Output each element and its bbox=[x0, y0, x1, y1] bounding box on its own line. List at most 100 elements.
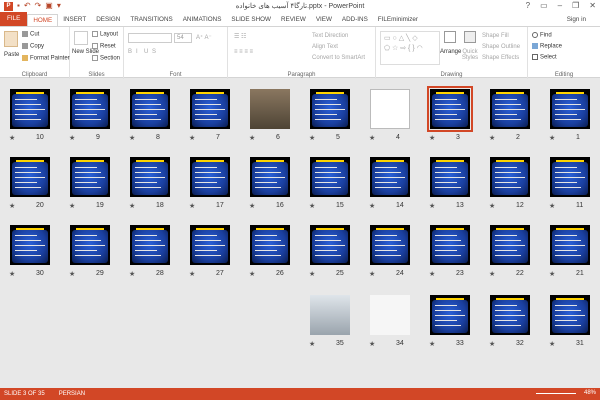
replace-button[interactable]: Replace bbox=[532, 43, 562, 50]
transition-star-icon[interactable]: ★ bbox=[369, 340, 375, 348]
align-text-button[interactable]: Align Text bbox=[312, 44, 338, 50]
transition-star-icon[interactable]: ★ bbox=[369, 134, 375, 142]
copy-button[interactable]: Copy bbox=[22, 43, 44, 50]
slide-thumbnail[interactable] bbox=[250, 157, 290, 197]
slide-thumbnail[interactable] bbox=[310, 157, 350, 197]
new-slide-icon[interactable] bbox=[74, 31, 88, 45]
slide-thumbnail[interactable] bbox=[310, 225, 350, 265]
quick-styles-button[interactable]: Quick Styles bbox=[460, 49, 480, 61]
reset-button[interactable]: Reset bbox=[92, 43, 116, 50]
language-indicator[interactable]: PERSIAN bbox=[59, 391, 85, 397]
transition-star-icon[interactable]: ★ bbox=[309, 340, 315, 348]
transition-star-icon[interactable]: ★ bbox=[489, 340, 495, 348]
paste-icon[interactable] bbox=[4, 31, 18, 47]
slide-thumbnail[interactable] bbox=[370, 295, 410, 335]
slide-thumbnail[interactable] bbox=[70, 225, 110, 265]
slide-thumbnail[interactable] bbox=[190, 225, 230, 265]
transition-star-icon[interactable]: ★ bbox=[9, 202, 15, 210]
tab-file[interactable]: FILE bbox=[0, 12, 28, 26]
slide-thumbnail[interactable] bbox=[10, 225, 50, 265]
slide-thumbnail[interactable] bbox=[550, 157, 590, 197]
slide-thumbnail[interactable] bbox=[70, 89, 110, 129]
transition-star-icon[interactable]: ★ bbox=[69, 202, 75, 210]
slide-thumbnail[interactable] bbox=[10, 157, 50, 197]
slide-thumbnail[interactable] bbox=[490, 89, 530, 129]
transition-star-icon[interactable]: ★ bbox=[9, 270, 15, 278]
find-button[interactable]: Find bbox=[532, 32, 552, 39]
layout-button[interactable]: Layout bbox=[92, 31, 118, 38]
transition-star-icon[interactable]: ★ bbox=[249, 202, 255, 210]
transition-star-icon[interactable]: ★ bbox=[549, 340, 555, 348]
transition-star-icon[interactable]: ★ bbox=[549, 270, 555, 278]
minimize-icon[interactable]: – bbox=[558, 1, 562, 10]
slide-thumbnail[interactable] bbox=[430, 157, 470, 197]
transition-star-icon[interactable]: ★ bbox=[549, 134, 555, 142]
bold-button[interactable]: B bbox=[128, 49, 132, 55]
tab-view[interactable]: VIEW bbox=[311, 14, 337, 26]
transition-star-icon[interactable]: ★ bbox=[189, 202, 195, 210]
close-icon[interactable]: ✕ bbox=[589, 1, 596, 10]
paste-button[interactable]: Paste bbox=[4, 52, 19, 58]
slide-thumbnail[interactable] bbox=[427, 86, 473, 132]
transition-star-icon[interactable]: ★ bbox=[129, 134, 135, 142]
slide-thumbnail[interactable] bbox=[250, 225, 290, 265]
slide-thumbnail[interactable] bbox=[430, 295, 470, 335]
transition-star-icon[interactable]: ★ bbox=[429, 134, 435, 142]
font-size-select[interactable]: 54 bbox=[174, 33, 192, 43]
redo-icon[interactable]: ↷ bbox=[35, 2, 42, 10]
slide-thumbnail[interactable] bbox=[310, 89, 350, 129]
tab-home[interactable]: HOME bbox=[27, 14, 59, 26]
tab-design[interactable]: DESIGN bbox=[91, 14, 125, 26]
transition-star-icon[interactable]: ★ bbox=[429, 340, 435, 348]
transition-star-icon[interactable]: ★ bbox=[429, 270, 435, 278]
ribbon-display-icon[interactable]: ▭ bbox=[540, 1, 548, 10]
transition-star-icon[interactable]: ★ bbox=[69, 270, 75, 278]
tab-transitions[interactable]: TRANSITIONS bbox=[125, 14, 177, 26]
shape-effects-button[interactable]: Shape Effects bbox=[482, 55, 519, 61]
slide-thumbnail[interactable] bbox=[70, 157, 110, 197]
transition-star-icon[interactable]: ★ bbox=[129, 202, 135, 210]
slide-thumbnail[interactable] bbox=[370, 89, 410, 129]
slide-thumbnail[interactable] bbox=[370, 225, 410, 265]
slide-thumbnail[interactable] bbox=[370, 157, 410, 197]
slide-thumbnail[interactable] bbox=[10, 89, 50, 129]
transition-star-icon[interactable]: ★ bbox=[249, 134, 255, 142]
zoom-level[interactable]: 48% bbox=[584, 390, 596, 396]
text-direction-button[interactable]: Text Direction bbox=[312, 33, 348, 39]
transition-star-icon[interactable]: ★ bbox=[129, 270, 135, 278]
transition-star-icon[interactable]: ★ bbox=[489, 270, 495, 278]
sign-in-link[interactable]: Sign in bbox=[567, 16, 586, 23]
slide-thumbnail[interactable] bbox=[250, 89, 290, 129]
arrange-button[interactable]: Arrange bbox=[440, 49, 461, 55]
tab-fileminimizer[interactable]: FILEminimizer bbox=[373, 14, 423, 26]
slide-thumbnail[interactable] bbox=[310, 295, 350, 335]
slide-thumbnail[interactable] bbox=[550, 225, 590, 265]
restore-icon[interactable]: ❐ bbox=[572, 1, 579, 10]
slide-thumbnail[interactable] bbox=[490, 157, 530, 197]
strikethrough-button[interactable]: S bbox=[152, 49, 156, 55]
slide-thumbnail[interactable] bbox=[550, 89, 590, 129]
transition-star-icon[interactable]: ★ bbox=[369, 270, 375, 278]
transition-star-icon[interactable]: ★ bbox=[489, 202, 495, 210]
select-button[interactable]: Select bbox=[532, 54, 557, 61]
start-slideshow-icon[interactable]: ▣ bbox=[45, 2, 53, 10]
align-icon[interactable]: ≡ ≡ ≡ ≡ bbox=[234, 49, 253, 55]
bullets-icon[interactable]: ☰ ☷ bbox=[234, 33, 246, 40]
transition-star-icon[interactable]: ★ bbox=[189, 134, 195, 142]
tab-animations[interactable]: ANIMATIONS bbox=[178, 14, 227, 26]
transition-star-icon[interactable]: ★ bbox=[249, 270, 255, 278]
format-painter-button[interactable]: Format Painter bbox=[22, 55, 70, 62]
transition-star-icon[interactable]: ★ bbox=[549, 202, 555, 210]
customize-toolbar-icon[interactable]: ▾ bbox=[57, 2, 61, 10]
slide-thumbnail[interactable] bbox=[130, 225, 170, 265]
transition-star-icon[interactable]: ★ bbox=[309, 134, 315, 142]
transition-star-icon[interactable]: ★ bbox=[429, 202, 435, 210]
slide-thumbnail[interactable] bbox=[130, 157, 170, 197]
shapes-gallery[interactable]: ▭ ○ △ ╲ ◇ ⬠ ☆ ⇨ { } ◠ bbox=[380, 31, 440, 65]
slide-thumbnail[interactable] bbox=[190, 157, 230, 197]
transition-star-icon[interactable]: ★ bbox=[9, 134, 15, 142]
tab-slide-show[interactable]: SLIDE SHOW bbox=[226, 14, 276, 26]
transition-star-icon[interactable]: ★ bbox=[369, 202, 375, 210]
transition-star-icon[interactable]: ★ bbox=[69, 134, 75, 142]
grow-font-icon[interactable]: A⁺ A⁻ bbox=[196, 34, 212, 41]
